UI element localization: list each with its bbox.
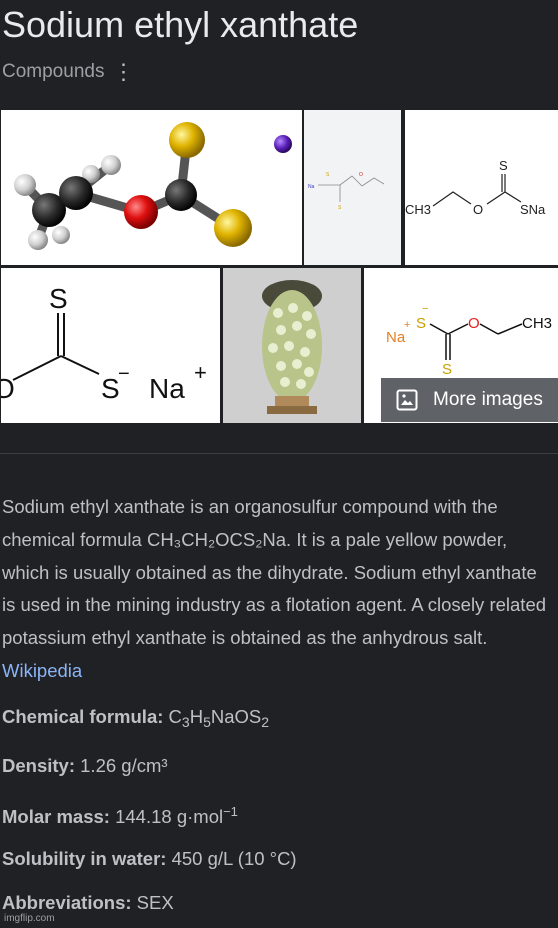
product-photo-graphic: [223, 268, 361, 423]
sulfur-anion-label: S: [101, 373, 120, 404]
svg-text:+: +: [404, 319, 410, 331]
image-skeletal-structure[interactable]: CH3 O S SNa: [405, 110, 558, 265]
fact-value: SEX: [136, 892, 174, 913]
description: Sodium ethyl xanthate is an organosulfur…: [2, 491, 554, 688]
small-structure-graphic: S Na O S: [308, 172, 385, 211]
sodium-label: Na: [386, 329, 406, 346]
page-title: Sodium ethyl xanthate: [2, 4, 359, 45]
more-images-label: More images: [433, 389, 543, 410]
fact-molar-mass: Molar mass: 144.18 g·mol−1: [2, 804, 238, 828]
image-icon: [396, 389, 418, 411]
large-structure-graphic: S O S − Na +: [1, 283, 207, 404]
fact-label: Abbreviations:: [2, 892, 132, 913]
sodium-label: Na: [149, 373, 185, 404]
more-options-icon[interactable]: ⋮: [112, 61, 134, 83]
wikipedia-link[interactable]: Wikipedia: [2, 660, 82, 681]
oxygen-label: O: [468, 315, 480, 332]
section-divider: [0, 453, 558, 454]
fact-value: 450 g/L (10 °C): [171, 848, 297, 869]
fact-abbreviations: Abbreviations: SEX: [2, 892, 174, 914]
fact-solubility: Solubility in water: 450 g/L (10 °C): [2, 848, 297, 870]
svg-text:−: −: [118, 363, 130, 385]
fact-value: 144.18 g·mol−1: [115, 804, 238, 827]
image-large-structure[interactable]: S O S − Na +: [1, 268, 220, 423]
sulfur-label: S: [499, 158, 508, 173]
fact-density: Density: 1.26 g/cm³: [2, 755, 168, 777]
sna-label: SNa: [520, 202, 546, 217]
skeletal-structure-graphic: CH3 O S SNa: [405, 158, 546, 217]
fact-label: Chemical formula:: [2, 706, 164, 727]
svg-text:S: S: [326, 172, 330, 178]
svg-text:−: −: [422, 303, 428, 315]
fact-chemical-formula: Chemical formula: C3H5NaOS2: [2, 706, 269, 730]
svg-text:S: S: [338, 205, 342, 211]
image-ball-stick-model[interactable]: [1, 110, 302, 265]
fact-label: Solubility in water:: [2, 848, 167, 869]
description-text: Sodium ethyl xanthate is an organosulfur…: [2, 496, 547, 649]
ch3-label: CH3: [405, 202, 431, 217]
fact-value: 1.26 g/cm³: [80, 755, 168, 776]
ball-stick-model-graphic: [14, 122, 292, 250]
fact-value: C3H5NaOS2: [168, 706, 270, 730]
svg-text:O: O: [359, 172, 363, 178]
fact-label: Molar mass:: [2, 806, 110, 827]
fact-label: Density:: [2, 755, 75, 776]
oxygen-label: O: [1, 373, 15, 404]
image-product-photo[interactable]: [223, 268, 361, 423]
more-images-button[interactable]: More images: [381, 378, 558, 422]
entity-subtitle: Compounds ⋮: [2, 61, 134, 83]
category-label: Compounds: [2, 61, 105, 82]
image-small-structure[interactable]: S Na O S: [304, 110, 401, 265]
svg-text:+: +: [194, 360, 207, 385]
sulfur-anion-label: S: [416, 315, 426, 332]
ch3-label: CH3: [522, 315, 552, 332]
sulfur-label: S: [442, 361, 452, 378]
oxygen-label: O: [473, 202, 483, 217]
watermark: imgflip.com: [4, 913, 55, 924]
sulfur-label: S: [49, 283, 68, 314]
svg-text:Na: Na: [308, 184, 315, 190]
